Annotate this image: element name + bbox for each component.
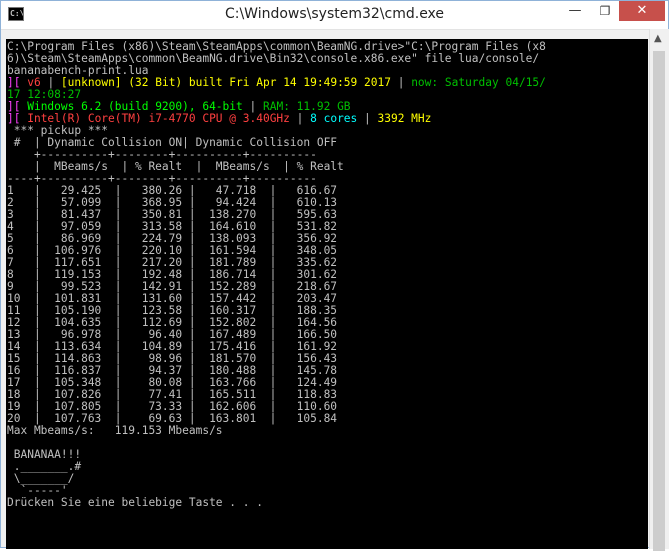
separator: | [357, 112, 378, 125]
scroll-up-arrow-icon[interactable]: ▲ [654, 33, 662, 44]
press-any-key-prompt: Drücken Sie eine beliebige Taste . . . [7, 496, 263, 509]
console-output[interactable]: C:\Program Files (x86)\Steam\SteamApps\c… [6, 39, 648, 549]
minimize-button[interactable]: — [561, 1, 589, 21]
vertical-scrollbar[interactable]: ▲ [649, 29, 669, 551]
close-button[interactable]: ✕ [619, 1, 665, 21]
build-text: [unknown] (32 Bit) built Fri Apr 14 19:4… [60, 76, 391, 89]
now-text: now: Saturday 04/15/ [411, 76, 546, 89]
scrollbar-thumb[interactable] [653, 51, 665, 551]
max-mbeams-line: Max Mbeams/s: 119.153 Mbeams/s [7, 424, 223, 437]
separator: | [289, 112, 311, 125]
mhz-text: 3392 MHz [377, 112, 432, 125]
title-bar[interactable]: C:\ C:\Windows\system32\cmd.exe — ❐ ✕ [1, 1, 668, 30]
cmd-window: C:\ C:\Windows\system32\cmd.exe — ❐ ✕ C:… [0, 0, 669, 551]
build-info-line: ][ v6 | [unknown] (32 Bit) built Fri Apr… [7, 77, 546, 89]
separator: | [390, 76, 412, 89]
cores-text: 8 cores [310, 112, 358, 125]
maximize-button[interactable]: ❐ [591, 1, 619, 21]
